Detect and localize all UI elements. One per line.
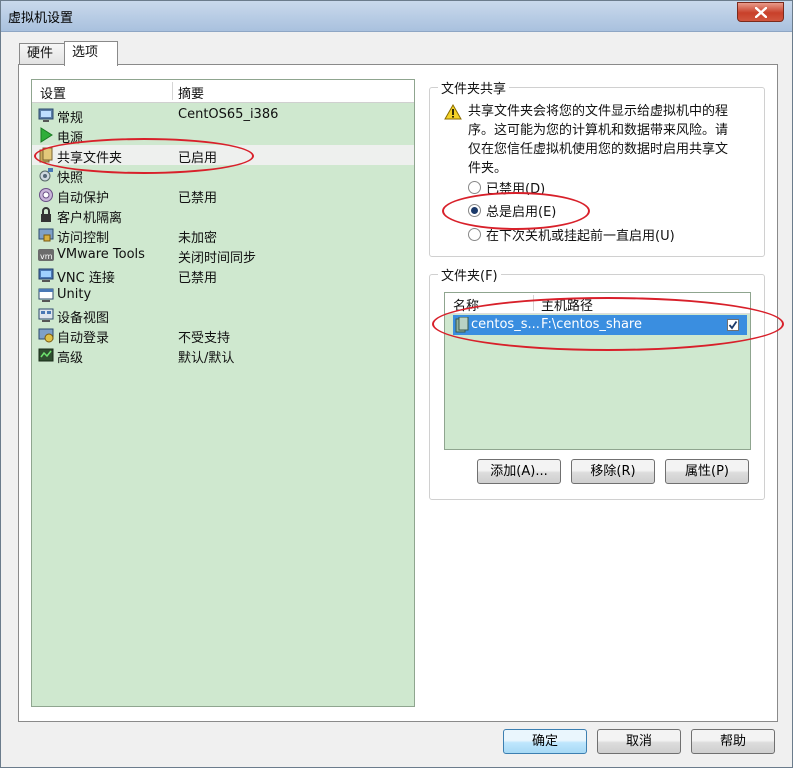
- remove-folder-button[interactable]: 移除(R): [571, 459, 655, 484]
- close-icon: [755, 7, 767, 18]
- folder-enabled-checkbox[interactable]: [727, 319, 739, 331]
- header-setting[interactable]: 设置: [40, 83, 66, 102]
- header-summary[interactable]: 摘要: [178, 83, 204, 102]
- settings-item-autologin[interactable]: 自动登录 不受支持: [32, 325, 414, 346]
- settings-item-vmware-tools[interactable]: vm VMware Tools 关闭时间同步: [32, 245, 414, 266]
- settings-item-name: VMware Tools: [57, 247, 145, 262]
- folder-sharing-group: 文件夹共享 共享文件夹会将您的文件显示给虚拟机中的程序。这可能为您的计算机和数据…: [429, 78, 765, 257]
- tab-hardware[interactable]: 硬件: [19, 43, 65, 65]
- settings-item-name: 设备视图: [57, 311, 110, 326]
- folders-title: 文件夹(F): [438, 265, 501, 284]
- settings-item-summary: 默认/默认: [178, 351, 235, 366]
- radio-button[interactable]: [468, 181, 481, 194]
- settings-item-general[interactable]: 常规 CentOS65_i386: [32, 105, 414, 126]
- title-bar: 虚拟机设置: [1, 1, 792, 32]
- settings-item-guest-isolation[interactable]: 客户机隔离: [32, 205, 414, 226]
- device-view-icon: [38, 308, 54, 322]
- folder-icon: [455, 317, 469, 333]
- add-folder-button[interactable]: 添加(A)...: [477, 459, 561, 484]
- svg-text:vm: vm: [40, 252, 53, 261]
- settings-list-header: 设置 摘要: [32, 80, 414, 103]
- check-icon: [728, 320, 738, 330]
- settings-item-name: Unity: [57, 287, 92, 302]
- close-button[interactable]: [737, 2, 784, 22]
- header-host-path[interactable]: 主机路径: [541, 295, 593, 314]
- access-control-icon: [38, 228, 54, 242]
- ok-button[interactable]: 确定: [503, 729, 587, 754]
- settings-item-vnc[interactable]: VNC 连接 已禁用: [32, 265, 414, 286]
- radio-label: 总是启用(E): [486, 205, 557, 220]
- settings-item-name: VNC 连接: [57, 271, 115, 286]
- guest-isolation-icon: [41, 207, 51, 222]
- settings-item-device-view[interactable]: 设备视图: [32, 305, 414, 326]
- settings-item-power[interactable]: 电源: [32, 125, 414, 146]
- warning-icon: [444, 104, 462, 120]
- folders-group: 文件夹(F) 名称 主机路径 centos_s... F:\centos_sha…: [429, 265, 784, 500]
- settings-item-shared-folders[interactable]: 共享文件夹 已启用: [32, 145, 414, 166]
- settings-item-summary: 未加密: [178, 231, 218, 246]
- vm-settings-window: 虚拟机设置 硬件 选项 设置 摘要 常规 CentOS65_i386 电源 共享…: [0, 0, 793, 768]
- folder-properties-button[interactable]: 属性(P): [665, 459, 749, 484]
- snapshot-icon: [39, 168, 53, 182]
- header-separator: [172, 82, 173, 100]
- advanced-icon: [38, 348, 54, 362]
- settings-item-summary: 已启用: [178, 151, 218, 166]
- folder-name: centos_s...: [471, 317, 540, 332]
- warning-text: 共享文件夹会将您的文件显示给虚拟机中的程序。这可能为您的计算机和数据带来风险。请…: [468, 104, 729, 176]
- cancel-button[interactable]: 取消: [597, 729, 681, 754]
- folder-sharing-title: 文件夹共享: [438, 78, 510, 97]
- options-panel: 设置 摘要 常规 CentOS65_i386 电源 共享文件夹 已启用 快照 自…: [18, 64, 784, 722]
- radio-label: 已禁用(D): [486, 182, 546, 197]
- help-button[interactable]: 帮助: [691, 729, 775, 754]
- settings-item-name: 快照: [57, 171, 84, 186]
- radio-button[interactable]: [468, 204, 481, 217]
- settings-item-summary: 已禁用: [178, 191, 218, 206]
- settings-list[interactable]: 设置 摘要 常规 CentOS65_i386 电源 共享文件夹 已启用 快照 自…: [31, 79, 415, 707]
- settings-item-snapshots[interactable]: 快照: [32, 165, 414, 186]
- header-name[interactable]: 名称: [453, 295, 479, 314]
- settings-item-name: 共享文件夹: [57, 151, 123, 166]
- settings-item-name: 电源: [57, 131, 84, 146]
- vmware-tools-icon: vm: [38, 249, 54, 261]
- folder-row[interactable]: centos_s... F:\centos_share: [453, 315, 747, 335]
- settings-item-name: 客户机隔离: [57, 211, 123, 226]
- radio-label: 在下次关机或挂起前一直启用(U): [486, 229, 675, 244]
- folder-host-path: F:\centos_share: [541, 317, 642, 332]
- settings-item-summary: 不受支持: [178, 331, 231, 346]
- shared-folder-icon: [39, 147, 53, 163]
- folders-table-header: 名称 主机路径: [445, 293, 750, 314]
- radio-always-enabled[interactable]: 总是启用(E): [468, 201, 556, 220]
- autoprotect-icon: [39, 188, 53, 202]
- settings-item-summary: CentOS65_i386: [178, 107, 279, 122]
- radio-disabled[interactable]: 已禁用(D): [468, 178, 545, 197]
- settings-item-name: 高级: [57, 351, 84, 366]
- settings-item-access-control[interactable]: 访问控制 未加密: [32, 225, 414, 246]
- window-title: 虚拟机设置: [8, 11, 74, 26]
- settings-item-name: 自动登录: [57, 331, 110, 346]
- autologin-icon: [38, 328, 54, 343]
- vnc-icon: [38, 268, 54, 282]
- power-icon: [40, 127, 53, 143]
- settings-item-autoprotect[interactable]: 自动保护 已禁用: [32, 185, 414, 206]
- settings-item-name: 自动保护: [57, 191, 110, 206]
- tab-options[interactable]: 选项: [64, 41, 118, 66]
- radio-button[interactable]: [468, 228, 481, 241]
- settings-item-name: 常规: [57, 111, 84, 126]
- radio-until-poweroff[interactable]: 在下次关机或挂起前一直启用(U): [468, 225, 675, 244]
- unity-icon: [38, 288, 54, 302]
- settings-item-advanced[interactable]: 高级 默认/默认: [32, 345, 414, 366]
- settings-item-summary: 关闭时间同步: [178, 251, 257, 266]
- settings-item-unity[interactable]: Unity: [32, 285, 414, 305]
- header-separator: [533, 295, 534, 311]
- settings-item-name: 访问控制: [57, 231, 110, 246]
- general-icon: [38, 108, 54, 122]
- folders-table[interactable]: 名称 主机路径 centos_s... F:\centos_share: [444, 292, 751, 450]
- settings-item-summary: 已禁用: [178, 271, 218, 286]
